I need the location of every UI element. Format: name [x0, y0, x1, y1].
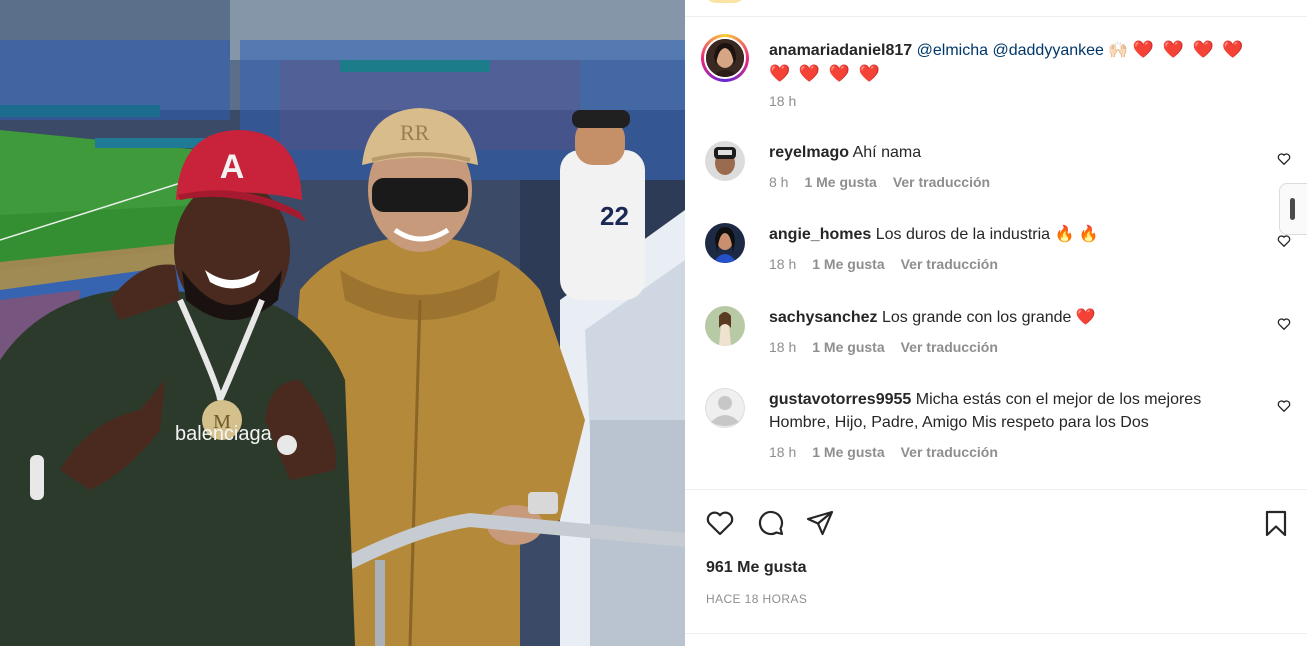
- top-divider: [685, 16, 1307, 17]
- translate-link[interactable]: Ver traducción: [893, 174, 990, 190]
- caption-mentions[interactable]: @elmicha @daddyyankee: [917, 42, 1104, 59]
- post-photo[interactable]: 22 RR A M balenciaga: [0, 0, 685, 646]
- comment-age[interactable]: 18 h: [769, 444, 796, 460]
- share-icon[interactable]: [805, 508, 835, 538]
- previous-avatar-edge: [705, 0, 745, 3]
- comment-body: Los duros de la industria 🔥 🔥: [875, 226, 1099, 243]
- heart-icon[interactable]: [1277, 399, 1291, 413]
- comment-body: Los grande con los grande ❤️: [881, 309, 1096, 326]
- cap-emblem: RR: [400, 120, 430, 145]
- translate-link[interactable]: Ver traducción: [901, 444, 998, 460]
- stadium-photo: 22 RR A M balenciaga: [0, 0, 685, 646]
- comment-meta: 18 h 1 Me gusta Ver traducción: [769, 339, 998, 355]
- jersey-number: 22: [600, 201, 629, 231]
- comment-likes[interactable]: 1 Me gusta: [804, 174, 876, 190]
- comment-avatar[interactable]: [705, 223, 745, 263]
- bottom-divider: [685, 633, 1307, 634]
- comments-panel: anamariadaniel817 @elmicha @daddyyankee …: [685, 0, 1307, 646]
- comment-username[interactable]: angie_homes: [769, 226, 871, 243]
- caption-meta: 18 h: [769, 93, 796, 109]
- heart-icon[interactable]: [705, 508, 735, 538]
- comment-avatar[interactable]: [705, 388, 745, 428]
- caption-text: anamariadaniel817 @elmicha @daddyyankee …: [769, 38, 1259, 86]
- translate-link[interactable]: Ver traducción: [901, 256, 998, 272]
- comment-text: sachysanchez Los grande con los grande ❤…: [769, 306, 1259, 329]
- action-bar: [705, 508, 1291, 538]
- comment-text: reyelmago Ahí nama: [769, 141, 1259, 164]
- heart-icon[interactable]: [1277, 317, 1291, 331]
- comment-meta: 8 h 1 Me gusta Ver traducción: [769, 174, 990, 190]
- comment-meta: 18 h 1 Me gusta Ver traducción: [769, 256, 998, 272]
- comment-body: Ahí nama: [852, 144, 922, 161]
- author-avatar[interactable]: [701, 34, 749, 82]
- comment-likes[interactable]: 1 Me gusta: [812, 444, 884, 460]
- comment-username[interactable]: reyelmago: [769, 144, 849, 161]
- heart-icon[interactable]: [1277, 152, 1291, 166]
- caption-age[interactable]: 18 h: [769, 93, 796, 109]
- comment-avatar[interactable]: [705, 141, 745, 181]
- comment-age[interactable]: 18 h: [769, 339, 796, 355]
- comment-icon[interactable]: [755, 508, 785, 538]
- author-username[interactable]: anamariadaniel817: [769, 42, 912, 59]
- scrollbar-thumb[interactable]: [1290, 198, 1295, 220]
- comment-likes[interactable]: 1 Me gusta: [812, 256, 884, 272]
- heart-icon[interactable]: [1277, 234, 1291, 248]
- comment-username[interactable]: sachysanchez: [769, 309, 878, 326]
- post-timestamp[interactable]: HACE 18 HORAS: [706, 592, 807, 606]
- comment-username[interactable]: gustavotorres9955: [769, 391, 911, 408]
- translate-link[interactable]: Ver traducción: [901, 339, 998, 355]
- actions-divider: [685, 489, 1307, 490]
- likes-count[interactable]: 961 Me gusta: [706, 559, 806, 577]
- comment-age[interactable]: 8 h: [769, 174, 788, 190]
- comment-text: gustavotorres9955 Micha estás con el mej…: [769, 388, 1259, 434]
- comment-likes[interactable]: 1 Me gusta: [812, 339, 884, 355]
- scrollbar-handle[interactable]: [1279, 183, 1307, 235]
- cap-logo: A: [220, 148, 245, 186]
- bookmark-icon[interactable]: [1261, 508, 1291, 538]
- shirt-text: balenciaga: [175, 423, 273, 445]
- comment-text: angie_homes Los duros de la industria 🔥 …: [769, 223, 1259, 246]
- comment-meta: 18 h 1 Me gusta Ver traducción: [769, 444, 998, 460]
- comment-age[interactable]: 18 h: [769, 256, 796, 272]
- comment-avatar[interactable]: [705, 306, 745, 346]
- caption-emoji: 🙌🏻: [1108, 42, 1129, 59]
